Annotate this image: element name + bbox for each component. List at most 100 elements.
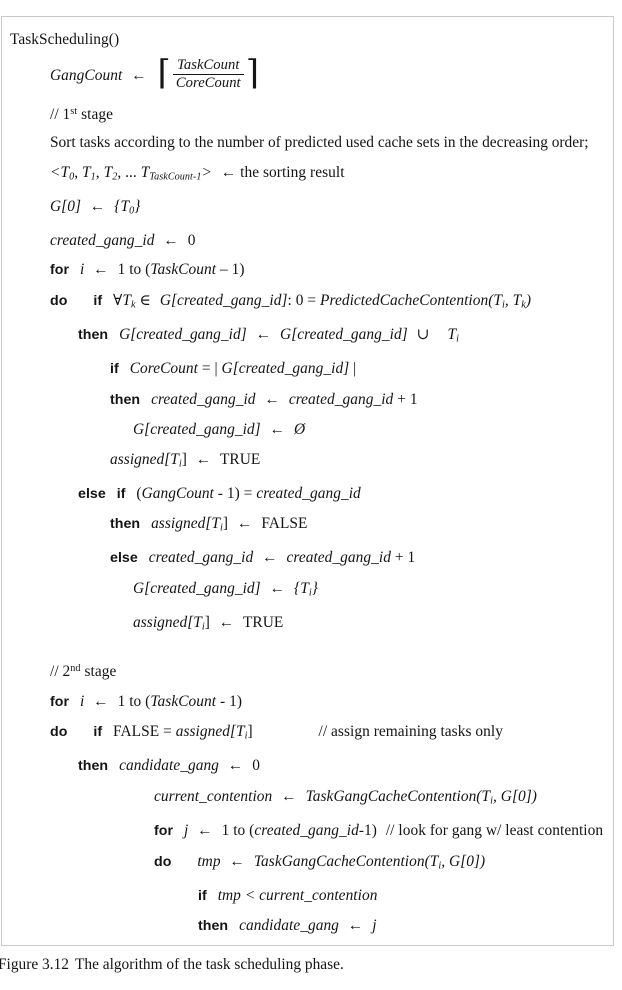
task-symbol: T xyxy=(447,326,457,343)
sorting-result-label: the sorting result xyxy=(240,163,345,181)
mark-assigned-true-line-a: assigned[Ti] ← TRUE xyxy=(2,445,613,479)
taskcount-symbol: TaskCount xyxy=(150,261,217,279)
mark-assigned-false-line: then assigned[Ti] ← FALSE xyxy=(2,509,613,543)
ordinal-suffix: st xyxy=(70,105,78,117)
tmp-variable: tmp xyxy=(197,852,221,870)
keyword-if: if xyxy=(198,887,207,904)
gangcount-minus-one: - 1) = xyxy=(213,484,257,502)
keyword-then: then xyxy=(110,391,141,408)
first-for-loop-line: for i ← 1 to (TaskCount – 1) xyxy=(2,255,613,286)
keyword-for: for xyxy=(154,823,174,840)
assign-arrow-icon: ← xyxy=(269,579,286,597)
created-gang-id-lhs: created_gang_id xyxy=(50,231,155,249)
gang-zero-init-line: G[0] ← {T0} xyxy=(2,192,613,226)
gang-set-expression: G[created_gang_id] xyxy=(159,291,288,309)
assign-arrow-icon: ← xyxy=(262,549,278,567)
assign-arrow-icon: ← xyxy=(197,822,213,840)
assign-arrow-icon: ← xyxy=(218,614,235,632)
predicted-cache-contention-call: PredictedCacheContention(T xyxy=(320,291,502,309)
gang-zero-rhs-end: } xyxy=(134,197,141,215)
sequence-ellipsis: ... xyxy=(125,163,137,181)
sort-instruction-paragraph: Sort tasks according to the number of pr… xyxy=(50,134,589,152)
created-gang-id-symbol: created_gang_id xyxy=(256,484,361,502)
loop-range-end: - 1) xyxy=(216,692,243,710)
increment-operand: + 1 xyxy=(390,549,416,567)
created-gang-id-rhs: created_gang_id xyxy=(288,390,394,408)
assign-arrow-icon: ← xyxy=(220,163,237,181)
increment-gang-id-line: then created_gang_id ← created_gang_id +… xyxy=(2,385,613,416)
keyword-for: for xyxy=(50,262,70,279)
figure-caption-label: Figure 3.12 xyxy=(0,956,69,973)
forall-task-symbol: ∀T xyxy=(113,291,131,309)
gangcount-label: GangCount xyxy=(141,484,214,502)
loop-range-start: 1 to ( xyxy=(117,692,151,710)
gang-zero-lhs: G[0] xyxy=(50,197,81,215)
keyword-do: do xyxy=(50,724,68,741)
corecount-symbol: CoreCount xyxy=(129,360,198,378)
assign-arrow-icon: ← xyxy=(229,852,245,870)
candidate-gang-value: j xyxy=(372,917,377,935)
gangcount-variable: GangCount xyxy=(50,66,123,84)
candidate-gang-value: 0 xyxy=(252,757,260,775)
call-close-paren: ) xyxy=(525,291,532,309)
keyword-if: if xyxy=(110,361,119,378)
boolean-true: TRUE xyxy=(242,614,284,632)
figure-caption-text: The algorithm of the task scheduling pha… xyxy=(74,956,344,973)
assign-arrow-icon: ← xyxy=(93,261,109,279)
inline-comment: // look for gang w/ least contention xyxy=(385,822,604,840)
taskgang-cache-contention-call: TaskGangCacheContention(T xyxy=(253,852,439,870)
ceiling-fraction: ⌈ TaskCount CoreCount ⌉ xyxy=(156,54,261,94)
gang-assign-rhs: G[created_gang_id] xyxy=(280,326,408,343)
gang-zero-rhs: {T xyxy=(114,197,130,215)
first-stage-comment-line: // 1st stage xyxy=(2,97,613,130)
gang-assign-lhs: G[created_gang_id] xyxy=(133,579,261,597)
keyword-do: do xyxy=(50,292,68,309)
empty-set-icon: Ø xyxy=(293,421,306,439)
current-contention-init-line: current_contention ← TaskGangCacheConten… xyxy=(2,782,613,816)
assign-arrow-icon: ← xyxy=(269,421,286,439)
keyword-then: then xyxy=(78,758,109,775)
compare-contention-line: if tmp < current_contention xyxy=(2,881,613,912)
second-for-loop-line: for i ← 1 to (TaskCount - 1) xyxy=(2,687,613,718)
figure-page: TaskScheduling() GangCount ← ⌈ TaskCount… xyxy=(0,0,622,990)
gang-assign-lhs: G[created_gang_id] xyxy=(133,421,261,439)
else-if-gangcount-line: else if ((GangCountGangCount - 1) = crea… xyxy=(78,484,361,502)
ceiling-open-bracket: ⌈ xyxy=(157,54,171,92)
assign-arrow-icon: ← xyxy=(281,787,297,805)
element-of-icon: ∈ xyxy=(139,291,151,309)
comment-slashes: // 1 xyxy=(50,105,71,123)
forall-task-subscript: k xyxy=(130,299,136,311)
sequence-open: < xyxy=(50,163,61,181)
task-symbol-2: T xyxy=(103,163,113,181)
keyword-else: else xyxy=(110,550,138,567)
boolean-true: TRUE xyxy=(219,450,261,468)
created-gang-id-value: 0 xyxy=(187,231,196,249)
task-symbol-0: T xyxy=(60,163,70,181)
singleton-set-close: } xyxy=(311,579,318,597)
created-gang-id-lhs: created_gang_id xyxy=(148,549,254,567)
mark-assigned-true-line-b: assigned[Ti] ← TRUE xyxy=(2,608,613,642)
algorithm-lines: TaskScheduling() GangCount ← ⌈ TaskCount… xyxy=(2,17,613,945)
assigned-array-close: ] xyxy=(204,614,210,632)
assign-arrow-icon: ← xyxy=(227,757,244,775)
assign-arrow-icon: ← xyxy=(195,450,212,468)
else-increment-gang-id-line: else created_gang_id ← created_gang_id +… xyxy=(2,543,613,574)
update-current-contention-line: current_contention ← tmp xyxy=(2,942,613,945)
created-gang-id-rhs: created_gang_id xyxy=(286,549,391,567)
sequence-close: > xyxy=(201,163,212,181)
first-do-if-line: do if ∀Tk ∈ G[created_gang_id]: 0 = Pred… xyxy=(2,286,613,320)
fraction-denominator: CoreCount xyxy=(172,74,244,93)
gang-set-expression: G[created_gang_id] xyxy=(221,360,350,378)
keyword-if: if xyxy=(116,485,126,502)
loop-variable: i xyxy=(79,692,85,710)
assigned-array-close: ] xyxy=(247,723,253,741)
sorting-result-line: <T0, T1, T2, ... TTaskCount-1> ← the sor… xyxy=(50,163,345,183)
keyword-if: if xyxy=(93,724,103,741)
candidate-gang-init-line: then candidate_gang ← 0 xyxy=(2,751,613,782)
algorithm-title: TaskScheduling() xyxy=(10,31,120,48)
loop-range-end: -1) xyxy=(358,822,377,840)
comment-slashes: // 2 xyxy=(50,663,71,681)
keyword-if: if xyxy=(93,292,103,309)
assigned-array-close: ] xyxy=(222,515,229,533)
keyword-then: then xyxy=(78,327,109,343)
